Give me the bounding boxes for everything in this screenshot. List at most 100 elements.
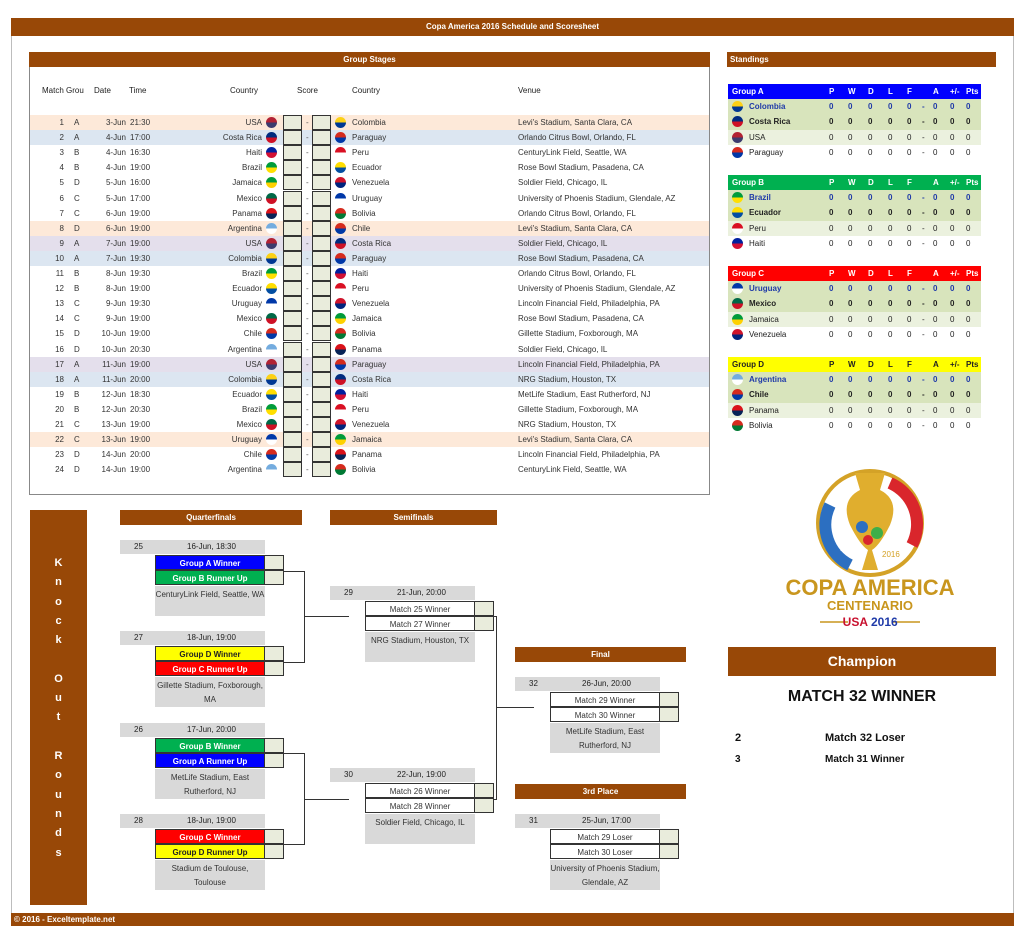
home-score-input[interactable] [283, 145, 302, 161]
stat-a: 0 [933, 147, 938, 157]
match-group: B [74, 269, 80, 278]
away-score-input[interactable] [312, 160, 331, 176]
bracket-score-input[interactable] [264, 661, 284, 676]
away-flag-icon [335, 298, 346, 310]
col-match: Match [42, 86, 64, 95]
away-score-input[interactable] [312, 341, 331, 357]
away-score-input[interactable] [312, 266, 331, 281]
home-score-input[interactable] [283, 311, 302, 327]
home-score-input[interactable] [283, 190, 302, 206]
match-venue: MetLife Stadium, East Rutherford, NJ [518, 389, 651, 399]
home-score-input[interactable] [283, 432, 302, 448]
away-score-input[interactable] [312, 175, 331, 191]
away-score-input[interactable] [312, 220, 331, 236]
bracket-score-input[interactable] [474, 616, 494, 631]
home-flag-icon [266, 252, 277, 264]
home-score-input[interactable] [283, 160, 302, 176]
third-place-rank: 3 [735, 754, 741, 765]
score-separator: - [306, 314, 309, 324]
away-score-input[interactable] [312, 281, 331, 297]
away-flag-icon [335, 222, 346, 234]
away-score-input[interactable] [312, 371, 331, 387]
standings-row: USA 0 0 0 0 0-0 0 0 [728, 129, 981, 145]
bracket-team: Group A Winner [155, 555, 265, 570]
home-score-input[interactable] [283, 447, 302, 463]
match-venue: Orlando Citrus Bowl, Orlando, FL [518, 208, 636, 218]
away-flag-icon [335, 207, 346, 219]
match-venue: CenturyLink Field, Seattle, WA [155, 586, 265, 616]
away-score-input[interactable] [312, 462, 331, 478]
bracket-score-input[interactable] [264, 738, 284, 753]
home-score-input[interactable] [283, 220, 302, 236]
away-score-input[interactable] [312, 296, 331, 312]
bracket-score-input[interactable] [474, 783, 494, 798]
bracket-score-input[interactable] [474, 601, 494, 616]
home-score-input[interactable] [283, 371, 302, 387]
standings-col-header: Pts [966, 269, 979, 278]
bracket-score-input[interactable] [474, 798, 494, 813]
away-score-input[interactable] [312, 401, 331, 417]
score-separator: - [306, 359, 309, 369]
stat-p: 0 [829, 132, 834, 142]
home-score-input[interactable] [283, 266, 302, 281]
away-score-input[interactable] [312, 205, 331, 221]
home-score-input[interactable] [283, 326, 302, 342]
home-score-input[interactable] [283, 250, 302, 266]
away-score-input[interactable] [312, 311, 331, 327]
bracket-score-input[interactable] [659, 844, 679, 859]
match-venue: Rose Bowl Stadium, Pasadena, CA [518, 163, 644, 173]
away-score-input[interactable] [312, 190, 331, 206]
bracket-score-input[interactable] [659, 692, 679, 707]
away-score-input[interactable] [312, 235, 331, 251]
home-score-input[interactable] [283, 296, 302, 312]
home-score-input[interactable] [283, 130, 302, 146]
bracket-score-input[interactable] [659, 829, 679, 844]
standings-col-header: L [888, 269, 893, 278]
home-score-input[interactable] [283, 115, 302, 130]
match-date: 3-Jun [105, 118, 126, 127]
team-name: Jamaica [749, 314, 779, 324]
bracket-score-input[interactable] [264, 844, 284, 859]
stat-w: 0 [848, 329, 853, 339]
away-score-input[interactable] [312, 115, 331, 130]
home-score-input[interactable] [283, 205, 302, 221]
home-score-input[interactable] [283, 341, 302, 357]
home-score-input[interactable] [283, 386, 302, 402]
away-score-input[interactable] [312, 326, 331, 342]
away-country: Bolivia [352, 208, 376, 218]
away-score-input[interactable] [312, 130, 331, 146]
away-score-input[interactable] [312, 250, 331, 266]
away-score-input[interactable] [312, 417, 331, 432]
match-header: 32 26-Jun, 20:00 [515, 677, 660, 691]
away-score-input[interactable] [312, 145, 331, 161]
home-score-input[interactable] [283, 235, 302, 251]
standings-row: Peru 0 0 0 0 0-0 0 0 [728, 220, 981, 236]
away-score-input[interactable] [312, 386, 331, 402]
home-country: Haiti [245, 148, 262, 158]
bracket-score-input[interactable] [264, 646, 284, 661]
standings-group: Group B P W D L F A +/- Pts Brazil 0 0 0 0 0-0 0 0 Ecuado… [728, 175, 981, 252]
home-score-input[interactable] [283, 356, 302, 372]
home-flag-icon [266, 419, 277, 430]
bracket-score-input[interactable] [659, 707, 679, 722]
home-score-input[interactable] [283, 281, 302, 297]
match-venue: Rose Bowl Stadium, Pasadena, CA [518, 314, 644, 324]
bracket-score-input[interactable] [264, 753, 284, 768]
home-score-input[interactable] [283, 401, 302, 417]
bracket-score-input[interactable] [264, 555, 284, 570]
away-flag-icon [335, 449, 346, 461]
home-score-input[interactable] [283, 462, 302, 478]
stat-d: 0 [868, 284, 873, 293]
away-score-input[interactable] [312, 356, 331, 372]
away-score-input[interactable] [312, 432, 331, 448]
bracket-score-input[interactable] [264, 570, 284, 585]
home-score-input[interactable] [283, 417, 302, 432]
goal-separator: - [922, 314, 925, 324]
bracket-score-input[interactable] [264, 829, 284, 844]
match-number: 21 [55, 420, 64, 429]
home-score-input[interactable] [283, 175, 302, 191]
away-flag-icon [335, 343, 346, 355]
match-number: 30 [344, 770, 353, 779]
stat-p: 0 [829, 405, 834, 415]
away-score-input[interactable] [312, 447, 331, 463]
